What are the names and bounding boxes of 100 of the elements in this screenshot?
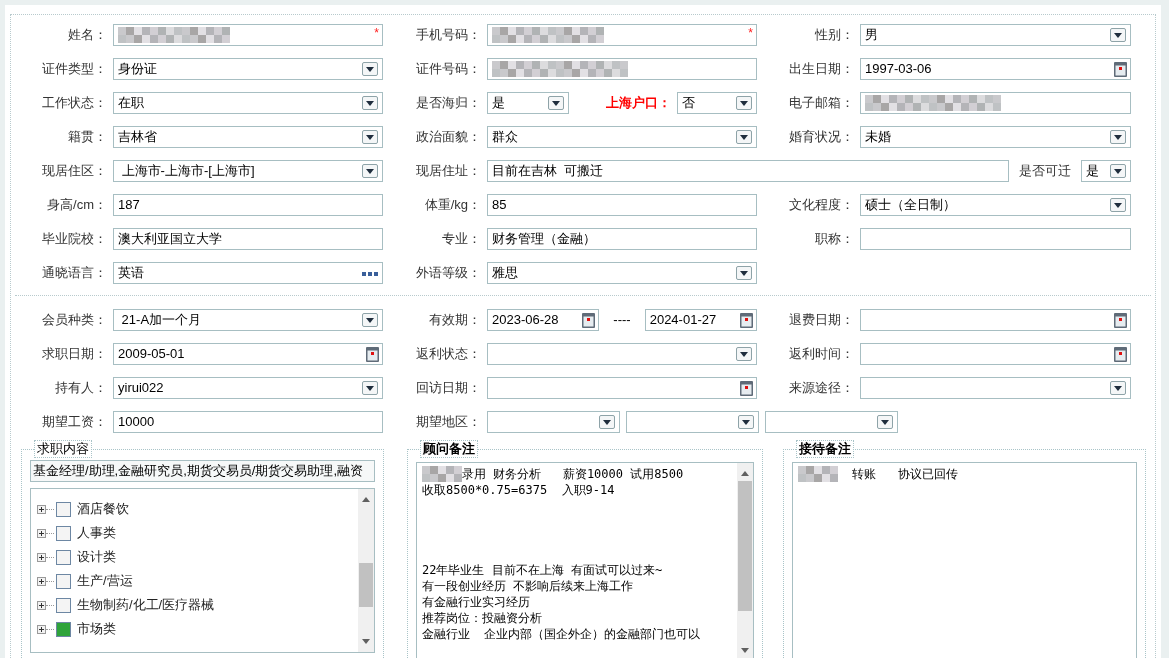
- calendar-icon: [1114, 313, 1127, 328]
- required-mark: *: [748, 25, 753, 42]
- date-field[interactable]: 2024-01-27: [644, 309, 757, 331]
- select-field[interactable]: 21-A加一个月: [113, 309, 383, 331]
- note-line: 22年毕业生 目前不在上海 有面试可以过来~: [422, 562, 663, 578]
- field-label: 体重/kg：: [423, 196, 481, 215]
- select-field[interactable]: [626, 411, 759, 433]
- field-label: 工作状态：: [41, 94, 107, 113]
- text-field[interactable]: 澳大利亚国立大学: [113, 228, 383, 250]
- select-field[interactable]: 是: [1081, 160, 1131, 182]
- date-field[interactable]: 1997-03-06: [860, 58, 1131, 80]
- group-title: 接待备注: [796, 440, 854, 458]
- select-field[interactable]: 身份证: [113, 58, 383, 80]
- field-label: 毕业院校：: [41, 230, 107, 249]
- scrollbar[interactable]: [358, 489, 374, 652]
- scrollbar-thumb[interactable]: [738, 481, 752, 611]
- date-field[interactable]: [860, 343, 1131, 365]
- expand-icon[interactable]: [37, 504, 46, 514]
- scroll-down-icon[interactable]: [362, 639, 370, 644]
- tree-item-label: 市场类: [77, 620, 116, 639]
- date-field[interactable]: 2023-06-28: [487, 309, 600, 331]
- tree-item[interactable]: 人事类: [31, 521, 331, 545]
- select-field[interactable]: [487, 411, 620, 433]
- field-label: 会员种类：: [41, 311, 107, 330]
- expand-icon[interactable]: [37, 576, 46, 586]
- range-separator: ----: [612, 311, 632, 330]
- text-field[interactable]: 目前在吉林 可搬迁: [487, 160, 1009, 182]
- select-field[interactable]: 男: [860, 24, 1131, 46]
- field-label: 期望工资：: [41, 413, 107, 432]
- text-field[interactable]: 187: [113, 194, 383, 216]
- field-label: 来源途径：: [788, 379, 854, 398]
- text-field[interactable]: 10000: [113, 411, 383, 433]
- text-field[interactable]: [860, 228, 1131, 250]
- note-line: 有一段创业经历 不影响后续来上海工作: [422, 578, 634, 594]
- field-label: 职称：: [814, 230, 854, 249]
- select-field[interactable]: 上海市-上海市-[上海市]: [113, 160, 383, 182]
- field-label: 有效期：: [428, 311, 481, 330]
- field-label: 身高/cm：: [46, 196, 107, 215]
- expand-icon[interactable]: [37, 552, 46, 562]
- required-mark: *: [374, 25, 379, 42]
- select-field[interactable]: 是: [487, 92, 569, 114]
- tree-item[interactable]: 设计类: [31, 545, 331, 569]
- select-field[interactable]: [487, 343, 757, 365]
- scroll-up-icon[interactable]: [741, 471, 749, 476]
- select-field[interactable]: 吉林省: [113, 126, 383, 148]
- select-field[interactable]: 群众: [487, 126, 757, 148]
- checkbox[interactable]: [56, 501, 71, 517]
- checkbox[interactable]: [56, 621, 71, 637]
- expand-icon[interactable]: [37, 600, 46, 610]
- category-tree[interactable]: 酒店餐饮 人事类 设计类 生产/营运 生物制药/化工/医疗器械 市场类: [30, 488, 375, 653]
- calendar-icon: [1114, 347, 1127, 362]
- checkbox[interactable]: [56, 597, 71, 613]
- calendar-icon: [366, 347, 379, 362]
- scroll-down-icon[interactable]: [741, 648, 749, 653]
- notes-area[interactable]: 转账 协议已回传: [792, 462, 1137, 658]
- lookup-field[interactable]: 英语: [113, 262, 383, 284]
- checkbox[interactable]: [56, 525, 71, 541]
- text-field[interactable]: 85: [487, 194, 757, 216]
- field-label: 婚育状况：: [788, 128, 854, 147]
- text-field[interactable]: *: [487, 24, 757, 46]
- select-field[interactable]: 未婚: [860, 126, 1131, 148]
- checkbox[interactable]: [56, 573, 71, 589]
- select-field[interactable]: 雅思: [487, 262, 757, 284]
- scroll-up-icon[interactable]: [362, 497, 370, 502]
- select-field[interactable]: 在职: [113, 92, 383, 114]
- text-field[interactable]: *: [113, 24, 383, 46]
- tree-item-label: 生产/营运: [77, 572, 133, 591]
- expand-icon[interactable]: [37, 624, 46, 634]
- select-field[interactable]: 否: [677, 92, 757, 114]
- group-title: 求职内容: [34, 440, 92, 458]
- date-field[interactable]: [860, 309, 1131, 331]
- date-field[interactable]: [487, 377, 757, 399]
- tree-item[interactable]: 市场类: [31, 617, 331, 641]
- field-label: 性别：: [814, 26, 854, 45]
- notes-area[interactable]: 录用 财务分析 薪资10000 试用8500 收取8500*0.75=6375 入职9-14 22年毕业生 目前不在上海 有面试可以过来~ 有一段创业经历 不影响后续来上海工作 有金融行业实习经历 推荐岗位：投融资分析 金融行业 企业内部（国企外企）的金融部门也可以: [416, 462, 754, 658]
- selected-jobs-field[interactable]: 基金经理/助理,金融研究员,期货交易员/期货交易助理,融资: [30, 460, 375, 482]
- scrollbar[interactable]: [737, 463, 753, 658]
- note-line: 转账 协议已回传: [851, 466, 959, 482]
- field-label: 是否可迁: [1018, 162, 1072, 181]
- tree-item[interactable]: 酒店餐饮: [31, 497, 331, 521]
- tree-item[interactable]: 生产/营运: [31, 569, 331, 593]
- field-label: 证件类型：: [41, 60, 107, 79]
- field-label: 文化程度：: [788, 196, 854, 215]
- tree-item-label: 人事类: [77, 524, 116, 543]
- scrollbar-thumb[interactable]: [359, 563, 373, 607]
- checkbox[interactable]: [56, 549, 71, 565]
- text-field[interactable]: [860, 92, 1131, 114]
- more-icon: [362, 272, 378, 276]
- select-field[interactable]: [765, 411, 898, 433]
- select-field[interactable]: [860, 377, 1131, 399]
- text-field[interactable]: 财务管理（金融）: [487, 228, 757, 250]
- select-field[interactable]: 硕士（全日制）: [860, 194, 1131, 216]
- select-field[interactable]: yirui022: [113, 377, 383, 399]
- note-line: 金融行业 企业内部（国企外企）的金融部门也可以: [422, 626, 701, 642]
- date-field[interactable]: 2009-05-01: [113, 343, 383, 365]
- expand-icon[interactable]: [37, 528, 46, 538]
- note-line: 收取8500*0.75=6375 入职9-14: [422, 482, 615, 498]
- text-field[interactable]: [487, 58, 757, 80]
- tree-item[interactable]: 生物制药/化工/医疗器械: [31, 593, 331, 617]
- field-label: 返利状态：: [415, 345, 481, 364]
